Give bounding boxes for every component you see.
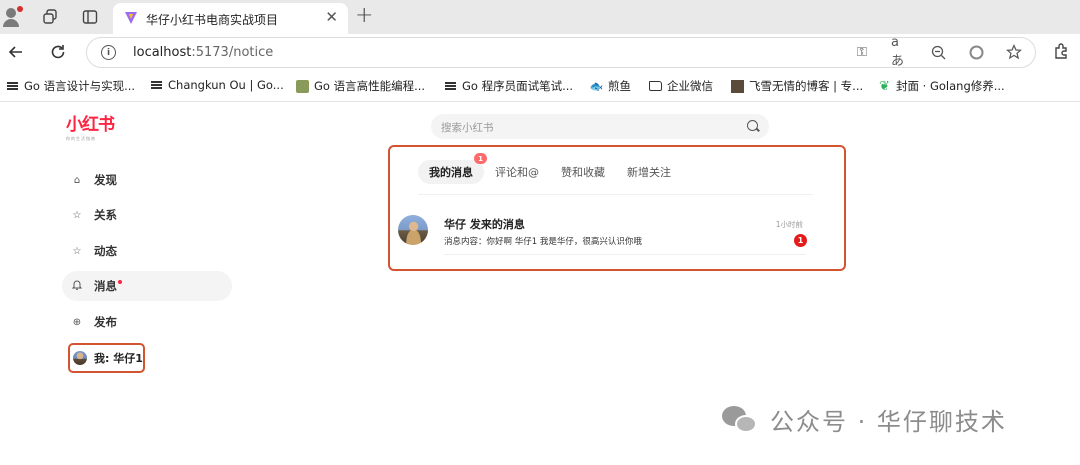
plus-circle-icon: ⊕ <box>72 316 82 328</box>
bookmark-folder[interactable]: 企业微信 <box>649 78 713 94</box>
tab-my-messages[interactable]: 我的消息 1 <box>418 153 487 184</box>
tab-unread-badge: 1 <box>474 153 487 164</box>
page-icon <box>150 79 163 92</box>
browser-nav-bar: i localhost:5173/notice ⚿ aあ <box>0 34 1080 71</box>
message-content: 消息内容：你好啊 华仔1 我是华仔，很高兴认识你哦 <box>444 237 642 247</box>
tab-title: 华仔小红书电商实战项目 <box>146 13 279 27</box>
star-icon: ☆ <box>72 209 82 221</box>
url-text: localhost:5173/notice <box>133 45 274 60</box>
message-time: 1小时前 <box>775 220 803 229</box>
search-placeholder: 搜索小红书 <box>441 122 494 134</box>
fish-icon: 🐟 <box>589 79 604 93</box>
page-icon <box>444 80 457 93</box>
vite-logo-icon <box>125 12 137 24</box>
unread-count-badge: 1 <box>794 234 807 247</box>
sidebar-item-discover[interactable]: ⌂ 发现 <box>62 165 232 195</box>
extensions-icon[interactable] <box>1053 42 1073 62</box>
sidebar-item-relations[interactable]: ☆ 关系 <box>62 200 232 230</box>
message-title: 华仔 发来的消息 <box>444 218 525 231</box>
site-info-icon[interactable]: i <box>101 45 116 60</box>
sidebar-item-messages[interactable]: 消息 <box>62 271 232 301</box>
blog-avatar-icon <box>731 79 744 93</box>
bookmark-item[interactable]: Go 程序员面试笔试... <box>444 78 573 94</box>
read-aloud-icon[interactable]: aあ <box>891 35 909 69</box>
zoom-out-icon[interactable] <box>929 43 947 61</box>
bell-icon <box>71 279 83 293</box>
reload-icon[interactable] <box>46 40 70 64</box>
folder-icon <box>649 80 662 93</box>
vertical-tabs-icon[interactable] <box>78 5 102 29</box>
edge-icon[interactable] <box>967 43 985 61</box>
watermark-text: 公众号 · 华仔聊技术 <box>770 408 1007 436</box>
new-tab-icon[interactable]: + <box>355 3 373 28</box>
tab-new-follows[interactable]: 新增关注 <box>616 160 682 184</box>
bookmarks-bar: Go 语言设计与实现... Changkun Ou | Go... Go 语言高… <box>0 71 1080 102</box>
divider <box>418 194 813 195</box>
tab-comments-mentions[interactable]: 评论和@ <box>484 160 550 184</box>
sidebar-item-me[interactable]: 我: 华仔1 <box>68 343 145 373</box>
bookmark-item[interactable]: Changkun Ou | Go... <box>150 78 284 92</box>
home-icon: ⌂ <box>73 174 81 186</box>
star-icon: ☆ <box>72 245 82 257</box>
search-input[interactable]: 搜索小红书 <box>431 114 769 139</box>
avatar <box>73 351 87 365</box>
favorite-star-icon[interactable] <box>1005 43 1023 61</box>
address-bar[interactable]: i localhost:5173/notice ⚿ aあ <box>86 35 1036 69</box>
sidebar-item-feed[interactable]: ☆ 动态 <box>62 236 232 266</box>
avatar[interactable] <box>398 215 428 245</box>
bookmark-item[interactable]: Go 语言设计与实现... <box>6 78 135 94</box>
search-icon[interactable] <box>747 120 758 131</box>
watermark: 公众号 · 华仔聊技术 <box>722 402 1007 437</box>
bookmark-item[interactable]: ❦ 封面 · Golang修养... <box>878 78 1005 94</box>
close-tab-icon[interactable]: ✕ <box>325 8 338 26</box>
tab-likes-favorites[interactable]: 赞和收藏 <box>550 160 616 184</box>
notice-panel: 我的消息 1 评论和@ 赞和收藏 新增关注 华仔 发来的消息 1小时前 消息内容… <box>388 145 846 271</box>
unread-dot <box>118 280 122 284</box>
divider <box>444 254 806 255</box>
wechat-icon <box>722 404 760 436</box>
xiaohongshu-logo[interactable]: 小红书 你的生活指南 <box>66 110 120 142</box>
page-icon <box>6 80 19 93</box>
site-image-icon <box>296 79 309 93</box>
bookmark-item[interactable]: Go 语言高性能编程... <box>296 78 425 94</box>
browser-tab-bar: 华仔小红书电商实战项目 ✕ + <box>0 0 1080 34</box>
leaf-icon: ❦ <box>879 78 890 94</box>
back-icon[interactable] <box>4 40 28 64</box>
workspaces-icon[interactable] <box>38 5 62 29</box>
message-item[interactable]: 华仔 发来的消息 1小时前 消息内容：你好啊 华仔1 我是华仔，很高兴认识你哦 … <box>398 213 810 255</box>
bookmark-item[interactable]: 飞雪无情的博客 | 专... <box>731 78 863 94</box>
profile-icon[interactable] <box>2 5 26 29</box>
sidebar-item-publish[interactable]: ⊕ 发布 <box>62 307 232 337</box>
bookmark-item[interactable]: 🐟 煎鱼 <box>590 78 631 94</box>
notice-tabs: 我的消息 1 评论和@ 赞和收藏 新增关注 <box>418 153 682 184</box>
key-icon[interactable]: ⚿ <box>853 43 871 61</box>
active-tab[interactable]: 华仔小红书电商实战项目 ✕ <box>113 3 348 34</box>
